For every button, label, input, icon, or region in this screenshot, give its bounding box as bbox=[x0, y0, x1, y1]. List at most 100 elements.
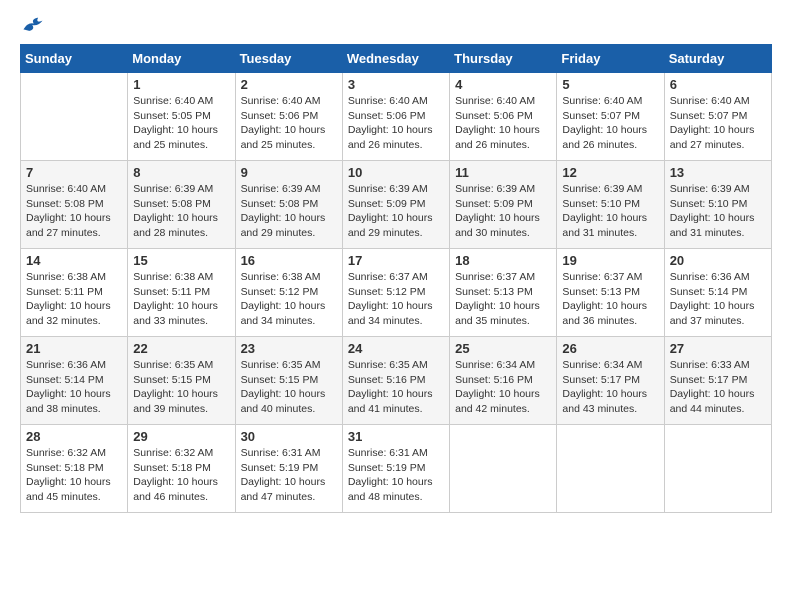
day-number: 2 bbox=[241, 77, 337, 92]
day-number: 14 bbox=[26, 253, 122, 268]
day-number: 13 bbox=[670, 165, 766, 180]
day-number: 18 bbox=[455, 253, 551, 268]
calendar-cell: 14 Sunrise: 6:38 AM Sunset: 5:11 PM Dayli… bbox=[21, 249, 128, 337]
calendar-cell: 15 Sunrise: 6:38 AM Sunset: 5:11 PM Dayli… bbox=[128, 249, 235, 337]
day-detail: Sunrise: 6:35 AM Sunset: 5:16 PM Dayligh… bbox=[348, 358, 444, 417]
calendar-cell: 1 Sunrise: 6:40 AM Sunset: 5:05 PM Daylig… bbox=[128, 73, 235, 161]
calendar-cell: 4Sunrise: 6:40 AM Sunset: 5:06 PM Daylig… bbox=[450, 73, 557, 161]
day-number: 31 bbox=[348, 429, 444, 444]
calendar-cell: 31 Sunrise: 6:31 AM Sunset: 5:19 PM Dayli… bbox=[342, 425, 449, 513]
day-number: 28 bbox=[26, 429, 122, 444]
day-detail: Sunrise: 6:31 AM Sunset: 5:19 PM Dayligh… bbox=[241, 446, 337, 505]
calendar-body: 1 Sunrise: 6:40 AM Sunset: 5:05 PM Daylig… bbox=[21, 73, 772, 513]
logo bbox=[20, 16, 44, 34]
calendar-weekday-header: Monday bbox=[128, 45, 235, 73]
calendar-cell bbox=[450, 425, 557, 513]
day-detail: Sunrise: 6:31 AM Sunset: 5:19 PM Dayligh… bbox=[348, 446, 444, 505]
day-detail: Sunrise: 6:38 AM Sunset: 5:11 PM Dayligh… bbox=[133, 270, 229, 329]
calendar-week-row: 28 Sunrise: 6:32 AM Sunset: 5:18 PM Dayli… bbox=[21, 425, 772, 513]
day-number: 10 bbox=[348, 165, 444, 180]
calendar-cell: 20 Sunrise: 6:36 AM Sunset: 5:14 PM Dayli… bbox=[664, 249, 771, 337]
calendar-week-row: 14 Sunrise: 6:38 AM Sunset: 5:11 PM Dayli… bbox=[21, 249, 772, 337]
calendar-cell: 9Sunrise: 6:39 AM Sunset: 5:08 PM Daylig… bbox=[235, 161, 342, 249]
day-number: 20 bbox=[670, 253, 766, 268]
calendar-cell: 16Sunrise: 6:38 AM Sunset: 5:12 PM Dayli… bbox=[235, 249, 342, 337]
header bbox=[20, 16, 772, 34]
day-number: 27 bbox=[670, 341, 766, 356]
calendar-cell: 26Sunrise: 6:34 AM Sunset: 5:17 PM Dayli… bbox=[557, 337, 664, 425]
calendar-cell: 28Sunrise: 6:32 AM Sunset: 5:18 PM Dayli… bbox=[21, 425, 128, 513]
day-detail: Sunrise: 6:40 AM Sunset: 5:06 PM Dayligh… bbox=[241, 94, 337, 153]
day-detail: Sunrise: 6:40 AM Sunset: 5:07 PM Dayligh… bbox=[562, 94, 658, 153]
day-detail: Sunrise: 6:39 AM Sunset: 5:08 PM Dayligh… bbox=[241, 182, 337, 241]
calendar-cell: 24Sunrise: 6:35 AM Sunset: 5:16 PM Dayli… bbox=[342, 337, 449, 425]
calendar-cell: 27 Sunrise: 6:33 AM Sunset: 5:17 PM Dayli… bbox=[664, 337, 771, 425]
day-detail: Sunrise: 6:37 AM Sunset: 5:12 PM Dayligh… bbox=[348, 270, 444, 329]
calendar-cell: 23 Sunrise: 6:35 AM Sunset: 5:15 PM Dayli… bbox=[235, 337, 342, 425]
day-number: 15 bbox=[133, 253, 229, 268]
day-number: 22 bbox=[133, 341, 229, 356]
calendar-cell: 10Sunrise: 6:39 AM Sunset: 5:09 PM Dayli… bbox=[342, 161, 449, 249]
day-detail: Sunrise: 6:39 AM Sunset: 5:10 PM Dayligh… bbox=[670, 182, 766, 241]
calendar-cell: 18 Sunrise: 6:37 AM Sunset: 5:13 PM Dayli… bbox=[450, 249, 557, 337]
day-number: 1 bbox=[133, 77, 229, 92]
day-number: 16 bbox=[241, 253, 337, 268]
logo-bird-icon bbox=[22, 16, 44, 34]
calendar-cell: 21 Sunrise: 6:36 AM Sunset: 5:14 PM Dayli… bbox=[21, 337, 128, 425]
day-detail: Sunrise: 6:40 AM Sunset: 5:05 PM Dayligh… bbox=[133, 94, 229, 153]
day-detail: Sunrise: 6:39 AM Sunset: 5:10 PM Dayligh… bbox=[562, 182, 658, 241]
calendar-cell bbox=[21, 73, 128, 161]
day-number: 11 bbox=[455, 165, 551, 180]
day-number: 19 bbox=[562, 253, 658, 268]
day-detail: Sunrise: 6:39 AM Sunset: 5:09 PM Dayligh… bbox=[455, 182, 551, 241]
calendar-week-row: 7 Sunrise: 6:40 AM Sunset: 5:08 PM Daylig… bbox=[21, 161, 772, 249]
day-detail: Sunrise: 6:40 AM Sunset: 5:07 PM Dayligh… bbox=[670, 94, 766, 153]
day-detail: Sunrise: 6:35 AM Sunset: 5:15 PM Dayligh… bbox=[241, 358, 337, 417]
day-number: 12 bbox=[562, 165, 658, 180]
day-detail: Sunrise: 6:38 AM Sunset: 5:11 PM Dayligh… bbox=[26, 270, 122, 329]
calendar-cell: 29 Sunrise: 6:32 AM Sunset: 5:18 PM Dayli… bbox=[128, 425, 235, 513]
day-detail: Sunrise: 6:40 AM Sunset: 5:06 PM Dayligh… bbox=[455, 94, 551, 153]
page: SundayMondayTuesdayWednesdayThursdayFrid… bbox=[0, 0, 792, 612]
calendar-weekday-header: Sunday bbox=[21, 45, 128, 73]
day-number: 5 bbox=[562, 77, 658, 92]
calendar-header-row: SundayMondayTuesdayWednesdayThursdayFrid… bbox=[21, 45, 772, 73]
calendar-table: SundayMondayTuesdayWednesdayThursdayFrid… bbox=[20, 44, 772, 513]
calendar-cell: 25 Sunrise: 6:34 AM Sunset: 5:16 PM Dayli… bbox=[450, 337, 557, 425]
calendar-weekday-header: Wednesday bbox=[342, 45, 449, 73]
calendar-cell: 22Sunrise: 6:35 AM Sunset: 5:15 PM Dayli… bbox=[128, 337, 235, 425]
day-detail: Sunrise: 6:36 AM Sunset: 5:14 PM Dayligh… bbox=[670, 270, 766, 329]
day-number: 21 bbox=[26, 341, 122, 356]
day-number: 25 bbox=[455, 341, 551, 356]
calendar-cell bbox=[557, 425, 664, 513]
calendar-week-row: 1 Sunrise: 6:40 AM Sunset: 5:05 PM Daylig… bbox=[21, 73, 772, 161]
day-detail: Sunrise: 6:33 AM Sunset: 5:17 PM Dayligh… bbox=[670, 358, 766, 417]
day-detail: Sunrise: 6:40 AM Sunset: 5:08 PM Dayligh… bbox=[26, 182, 122, 241]
day-number: 29 bbox=[133, 429, 229, 444]
calendar-cell: 2 Sunrise: 6:40 AM Sunset: 5:06 PM Daylig… bbox=[235, 73, 342, 161]
day-number: 3 bbox=[348, 77, 444, 92]
calendar-cell: 3 Sunrise: 6:40 AM Sunset: 5:06 PM Daylig… bbox=[342, 73, 449, 161]
day-detail: Sunrise: 6:39 AM Sunset: 5:08 PM Dayligh… bbox=[133, 182, 229, 241]
calendar-cell: 19Sunrise: 6:37 AM Sunset: 5:13 PM Dayli… bbox=[557, 249, 664, 337]
calendar-weekday-header: Friday bbox=[557, 45, 664, 73]
calendar-cell: 5 Sunrise: 6:40 AM Sunset: 5:07 PM Daylig… bbox=[557, 73, 664, 161]
day-number: 6 bbox=[670, 77, 766, 92]
calendar-week-row: 21 Sunrise: 6:36 AM Sunset: 5:14 PM Dayli… bbox=[21, 337, 772, 425]
day-number: 17 bbox=[348, 253, 444, 268]
calendar-cell bbox=[664, 425, 771, 513]
day-number: 23 bbox=[241, 341, 337, 356]
day-number: 30 bbox=[241, 429, 337, 444]
calendar-weekday-header: Tuesday bbox=[235, 45, 342, 73]
day-number: 26 bbox=[562, 341, 658, 356]
calendar-weekday-header: Saturday bbox=[664, 45, 771, 73]
calendar-cell: 6 Sunrise: 6:40 AM Sunset: 5:07 PM Daylig… bbox=[664, 73, 771, 161]
day-number: 7 bbox=[26, 165, 122, 180]
day-detail: Sunrise: 6:40 AM Sunset: 5:06 PM Dayligh… bbox=[348, 94, 444, 153]
day-detail: Sunrise: 6:36 AM Sunset: 5:14 PM Dayligh… bbox=[26, 358, 122, 417]
calendar-cell: 12 Sunrise: 6:39 AM Sunset: 5:10 PM Dayli… bbox=[557, 161, 664, 249]
day-detail: Sunrise: 6:32 AM Sunset: 5:18 PM Dayligh… bbox=[133, 446, 229, 505]
day-detail: Sunrise: 6:37 AM Sunset: 5:13 PM Dayligh… bbox=[455, 270, 551, 329]
day-detail: Sunrise: 6:34 AM Sunset: 5:16 PM Dayligh… bbox=[455, 358, 551, 417]
day-number: 8 bbox=[133, 165, 229, 180]
